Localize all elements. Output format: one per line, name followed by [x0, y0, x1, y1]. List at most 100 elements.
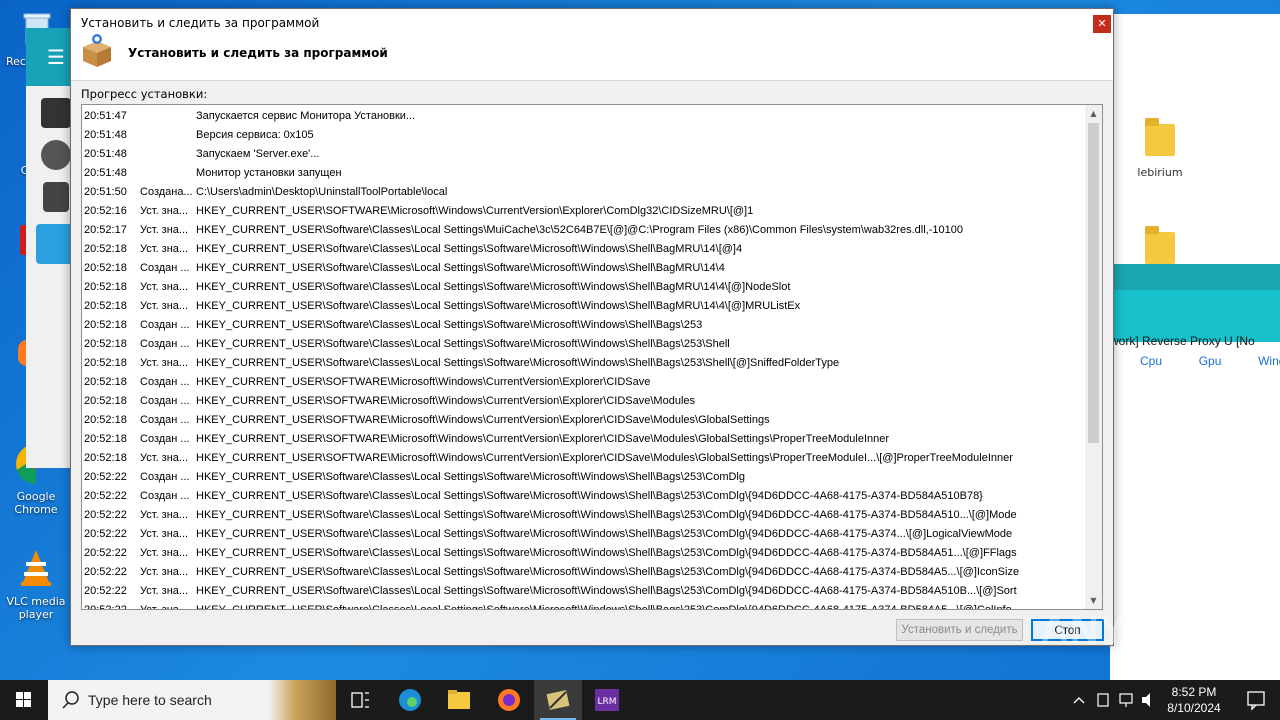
log-path: HKEY_CURRENT_USER\Software\Classes\Local…	[196, 319, 703, 331]
scrollbar-thumb[interactable]	[1088, 123, 1099, 443]
install-and-monitor-button[interactable]: Установить и следить	[896, 619, 1023, 641]
taskbar-lrm[interactable]: LRM	[583, 680, 631, 720]
log-row[interactable]: 20:52:22 Уст. зна... HKEY_CURRENT_USER\Sof…	[82, 601, 1086, 610]
column-headers: work] Reverse Proxy U [No	[1110, 334, 1255, 348]
log-path: HKEY_CURRENT_USER\SOFTWARE\Microsoft\Win…	[196, 205, 754, 217]
log-row[interactable]: 20:52:22 Уст. зна... HKEY_CURRENT_USER\Sof…	[82, 544, 1086, 563]
log-time: 20:52:18	[84, 300, 127, 312]
log-row[interactable]: 20:52:16 Уст. зна... HKEY_CURRENT_USER\SOF…	[82, 202, 1086, 221]
column-subheaders: Cpu Gpu Windo	[1140, 354, 1280, 368]
log-action: Уст. зна...	[140, 585, 189, 597]
log-path: HKEY_CURRENT_USER\Software\Classes\Local…	[196, 528, 1013, 540]
log-time: 20:51:48	[84, 167, 127, 179]
taskbar-uninstall-tool[interactable]	[534, 680, 582, 720]
log-time: 20:52:18	[84, 395, 127, 407]
server-icon[interactable]	[41, 98, 71, 128]
log-time: 20:52:22	[84, 547, 127, 559]
vlc-icon	[21, 550, 51, 586]
taskbar-firefox[interactable]	[485, 680, 533, 720]
log-time: 20:52:22	[84, 471, 127, 483]
column-gpu[interactable]: Gpu	[1199, 354, 1222, 368]
log-row[interactable]: 20:52:18 Создан ... HKEY_CURRENT_USER\Soft…	[82, 335, 1086, 354]
install-log-list[interactable]: 20:51:47 Запускается сервис Монитора Уста…	[81, 104, 1103, 610]
log-path: HKEY_CURRENT_USER\Software\Classes\Local…	[196, 300, 801, 312]
vertical-scrollbar[interactable]: ▲ ▼	[1085, 105, 1102, 609]
log-time: 20:52:22	[84, 585, 127, 597]
edge-icon	[399, 689, 421, 711]
log-path: HKEY_CURRENT_USER\SOFTWARE\Microsoft\Win…	[196, 433, 890, 445]
log-row[interactable]: 20:51:48 Запускаем 'Server.exe'...	[82, 145, 1086, 164]
scroll-down-icon[interactable]: ▼	[1085, 592, 1102, 609]
log-row[interactable]: 20:52:22 Уст. зна... HKEY_CURRENT_USER\Sof…	[82, 582, 1086, 601]
log-time: 20:52:18	[84, 433, 127, 445]
log-time: 20:52:18	[84, 376, 127, 388]
log-action: Уст. зна...	[140, 604, 189, 610]
desktop-icon-folder[interactable]	[1124, 226, 1196, 264]
log-row[interactable]: 20:52:22 Создан ... HKEY_CURRENT_USER\Soft…	[82, 487, 1086, 506]
log-path: C:\Users\admin\Desktop\UninstallToolPort…	[196, 186, 448, 198]
log-time: 20:52:18	[84, 281, 127, 293]
log-time: 20:51:47	[84, 110, 127, 122]
log-row[interactable]: 20:52:18 Создан ... HKEY_CURRENT_USER\SOFT…	[82, 411, 1086, 430]
log-row[interactable]: 20:51:48 Монитор установки запущен	[82, 164, 1086, 183]
log-time: 20:52:22	[84, 490, 127, 502]
log-path: HKEY_CURRENT_USER\Software\Classes\Local…	[196, 243, 743, 255]
log-action: Создан ...	[140, 319, 190, 331]
log-row[interactable]: 20:52:18 Создан ... HKEY_CURRENT_USER\SOFT…	[82, 430, 1086, 449]
taskbar-search[interactable]: Type here to search	[48, 680, 336, 720]
start-button[interactable]	[0, 680, 48, 720]
log-path: HKEY_CURRENT_USER\Software\Classes\Local…	[196, 509, 1017, 521]
log-path: HKEY_CURRENT_USER\SOFTWARE\Microsoft\Win…	[196, 452, 1013, 464]
log-action: Уст. зна...	[140, 547, 189, 559]
taskbar-clock[interactable]: 8:52 PM 8/10/2024	[1158, 684, 1230, 716]
log-row[interactable]: 20:52:22 Уст. зна... HKEY_CURRENT_USER\Sof…	[82, 506, 1086, 525]
log-row[interactable]: 20:51:50 Создана... C:\Users\admin\Desktop…	[82, 183, 1086, 202]
system-tray	[1068, 680, 1158, 720]
log-action: Создан ...	[140, 490, 190, 502]
log-row[interactable]: 20:51:47 Запускается сервис Монитора Уста…	[82, 107, 1086, 126]
log-row[interactable]: 20:52:22 Уст. зна... HKEY_CURRENT_USER\Sof…	[82, 525, 1086, 544]
close-button[interactable]: ✕	[1093, 15, 1111, 33]
desktop-icon-lebirium[interactable]: lebirium	[1124, 118, 1196, 179]
log-row[interactable]: 20:52:18 Уст. зна... HKEY_CURRENT_USER\Sof…	[82, 240, 1086, 259]
log-row[interactable]: 20:52:22 Уст. зна... HKEY_CURRENT_USER\Sof…	[82, 563, 1086, 582]
log-row[interactable]: 20:51:48 Версия сервиса: 0x105	[82, 126, 1086, 145]
log-row[interactable]: 20:52:18 Создан ... HKEY_CURRENT_USER\Soft…	[82, 259, 1086, 278]
log-row[interactable]: 20:52:22 Создан ... HKEY_CURRENT_USER\Soft…	[82, 468, 1086, 487]
taskbar-edge[interactable]	[386, 680, 434, 720]
taskbar-file-explorer[interactable]	[435, 680, 483, 720]
log-row[interactable]: 20:52:18 Создан ... HKEY_CURRENT_USER\SOFT…	[82, 373, 1086, 392]
windows-logo-icon	[16, 692, 31, 707]
log-action: Создана...	[140, 186, 193, 198]
log-time: 20:52:22	[84, 528, 127, 540]
column-windows[interactable]: Windo	[1258, 354, 1280, 368]
log-time: 20:52:18	[84, 414, 127, 426]
log-row[interactable]: 20:52:18 Создан ... HKEY_CURRENT_USER\SOFT…	[82, 392, 1086, 411]
log-row[interactable]: 20:52:18 Уст. зна... HKEY_CURRENT_USER\Sof…	[82, 354, 1086, 373]
tray-icons[interactable]	[1068, 680, 1158, 720]
log-action: Уст. зна...	[140, 205, 189, 217]
log-path: HKEY_CURRENT_USER\Software\Classes\Local…	[196, 338, 730, 350]
log-time: 20:51:48	[84, 129, 127, 141]
document-settings-icon[interactable]	[43, 182, 69, 212]
log-time: 20:51:48	[84, 148, 127, 160]
log-path: HKEY_CURRENT_USER\SOFTWARE\Microsoft\Win…	[196, 376, 651, 388]
notifications-button[interactable]	[1232, 680, 1280, 720]
log-row[interactable]: 20:52:18 Уст. зна... HKEY_CURRENT_USER\Sof…	[82, 278, 1086, 297]
log-row[interactable]: 20:52:17 Уст. зна... HKEY_CURRENT_USER\Sof…	[82, 221, 1086, 240]
task-view-button[interactable]	[336, 680, 384, 720]
log-row[interactable]: 20:52:18 Создан ... HKEY_CURRENT_USER\Soft…	[82, 316, 1086, 335]
log-path: HKEY_CURRENT_USER\Software\Classes\Local…	[196, 357, 840, 369]
log-path: HKEY_CURRENT_USER\Software\Classes\Local…	[196, 281, 791, 293]
scroll-up-icon[interactable]: ▲	[1085, 105, 1102, 122]
log-row[interactable]: 20:52:18 Уст. зна... HKEY_CURRENT_USER\Sof…	[82, 297, 1086, 316]
desktop-icon-vlc[interactable]: VLC media player	[0, 548, 72, 621]
gear-icon[interactable]	[41, 140, 71, 170]
lrm-icon: LRM	[595, 689, 619, 711]
log-time: 20:52:18	[84, 338, 127, 350]
log-path: Запускается сервис Монитора Установки...	[196, 110, 416, 122]
log-action: Уст. зна...	[140, 224, 189, 236]
log-row[interactable]: 20:52:18 Уст. зна... HKEY_CURRENT_USER\SOF…	[82, 449, 1086, 468]
log-path: HKEY_CURRENT_USER\SOFTWARE\Microsoft\Win…	[196, 395, 696, 407]
column-cpu[interactable]: Cpu	[1140, 354, 1162, 368]
